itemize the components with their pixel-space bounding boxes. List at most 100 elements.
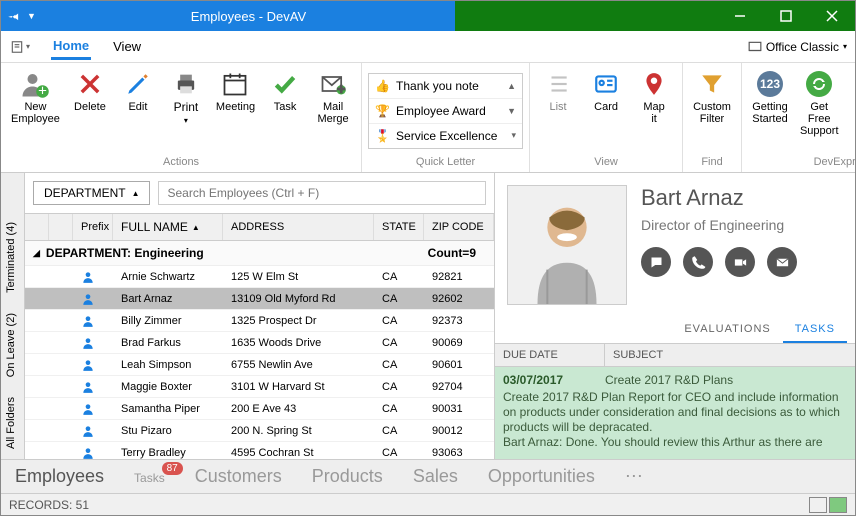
- employee-photo: [507, 185, 627, 305]
- col-address[interactable]: ADDRESS: [223, 214, 374, 240]
- nav-sales[interactable]: Sales: [413, 466, 458, 487]
- cell-zip: 90031: [424, 400, 494, 418]
- task-button[interactable]: Task: [263, 67, 307, 115]
- ql-employee-award[interactable]: 🏆Employee Award▼: [369, 99, 522, 124]
- meeting-button[interactable]: Meeting: [212, 67, 259, 115]
- col-subject[interactable]: SUBJECT: [605, 344, 671, 366]
- nav-products[interactable]: Products: [312, 466, 383, 487]
- side-tab-onleave[interactable]: On Leave (2): [1, 303, 24, 387]
- search-input[interactable]: [158, 181, 486, 205]
- custom-filter-button[interactable]: Custom Filter: [689, 67, 735, 127]
- detail-name: Bart Arnaz: [641, 185, 797, 211]
- close-button[interactable]: [809, 1, 855, 31]
- cell-state: CA: [374, 312, 424, 330]
- thumbs-up-icon: 👍: [375, 79, 390, 93]
- table-row[interactable]: Bart Arnaz13109 Old Myford RdCA92602: [25, 288, 494, 310]
- collapse-icon: ◢: [33, 248, 40, 259]
- side-tab-terminated[interactable]: Terminated (4): [1, 212, 24, 303]
- get-support-button[interactable]: Get Free Support: [796, 67, 843, 139]
- nav-employees[interactable]: Employees: [15, 466, 104, 487]
- ql-thank-you[interactable]: 👍Thank you note▲: [369, 74, 522, 99]
- tab-view[interactable]: View: [111, 35, 143, 58]
- maximize-button[interactable]: [763, 1, 809, 31]
- person-icon: [73, 399, 113, 419]
- group-row-engineering[interactable]: ◢ DEPARTMENT: Engineering Count=9: [25, 241, 494, 266]
- print-button[interactable]: Print▾: [164, 67, 208, 129]
- cell-state: CA: [374, 356, 424, 374]
- call-button[interactable]: [683, 247, 713, 277]
- side-tab-all[interactable]: All Folders: [1, 387, 24, 459]
- getting-started-button[interactable]: 123 Getting Started: [748, 67, 792, 127]
- task-list[interactable]: 03/07/2017 Create 2017 R&D Plans Create …: [495, 367, 855, 459]
- group-find-label: Find: [689, 154, 735, 170]
- edit-button[interactable]: Edit: [116, 67, 160, 115]
- map-pin-icon: [639, 69, 669, 99]
- svg-text:123: 123: [760, 77, 780, 91]
- table-row[interactable]: Billy Zimmer1325 Prospect DrCA92373: [25, 310, 494, 332]
- cell-name: Bart Arnaz: [113, 290, 223, 308]
- card-view-button[interactable]: Card: [584, 67, 628, 115]
- cell-state: CA: [374, 378, 424, 396]
- theme-picker[interactable]: Office Classic ▾: [748, 40, 847, 54]
- cell-zip: 92373: [424, 312, 494, 330]
- nav-opportunities[interactable]: Opportunities: [488, 466, 595, 487]
- col-zip[interactable]: ZIP CODE: [424, 214, 494, 240]
- buy-now-button[interactable]: Buy Now: [847, 67, 856, 127]
- table-row[interactable]: Leah Simpson6755 Newlin AveCA90601: [25, 354, 494, 376]
- table-row[interactable]: Stu Pizaro200 N. Spring StCA90012: [25, 420, 494, 442]
- table-row[interactable]: Terry Bradley4595 Cochran StCA93063: [25, 442, 494, 459]
- minimize-button[interactable]: [717, 1, 763, 31]
- cell-address: 13109 Old Myford Rd: [223, 290, 374, 308]
- cell-address: 200 E Ave 43: [223, 400, 374, 418]
- check-icon: [270, 69, 300, 99]
- ql-service-excellence[interactable]: 🎖️Service Excellence▾: [369, 124, 522, 148]
- mail-merge-button[interactable]: + Mail Merge: [311, 67, 355, 127]
- delete-button[interactable]: Delete: [68, 67, 112, 115]
- new-employee-button[interactable]: + New Employee: [7, 67, 64, 127]
- group-chip-department[interactable]: DEPARTMENT ▲: [33, 181, 150, 205]
- col-icon[interactable]: [49, 214, 73, 240]
- map-it-button[interactable]: Map it: [632, 67, 676, 127]
- record-count: RECORDS: 51: [9, 498, 89, 512]
- nav-tasks[interactable]: Tasks 87: [134, 466, 165, 487]
- table-row[interactable]: Samantha Piper200 E Ave 43CA90031: [25, 398, 494, 420]
- col-fullname[interactable]: FULL NAME ▲: [113, 214, 223, 240]
- video-button[interactable]: [725, 247, 755, 277]
- scroll-up-icon[interactable]: ▲: [507, 81, 516, 91]
- col-state[interactable]: STATE: [374, 214, 424, 240]
- table-row[interactable]: Arnie Schwartz125 W Elm StCA92821: [25, 266, 494, 288]
- col-prefix[interactable]: Prefix: [73, 214, 113, 240]
- list-view-button[interactable]: List: [536, 67, 580, 115]
- tab-tasks[interactable]: TASKS: [783, 317, 847, 343]
- table-row[interactable]: Brad Farkus1635 Woods DriveCA90069: [25, 332, 494, 354]
- task-subject: Create 2017 R&D Plans: [605, 373, 733, 388]
- pencil-icon: [123, 69, 153, 99]
- view-toggle-card[interactable]: [829, 497, 847, 513]
- view-toggle-list[interactable]: [809, 497, 827, 513]
- svg-text:+: +: [39, 82, 48, 99]
- tab-home[interactable]: Home: [51, 34, 91, 60]
- calendar-icon: [220, 69, 250, 99]
- cell-address: 125 W Elm St: [223, 268, 374, 286]
- employee-grid: DEPARTMENT ▲ Prefix FULL NAME ▲ ADDRESS …: [25, 173, 495, 459]
- cell-zip: 90069: [424, 334, 494, 352]
- col-due-date[interactable]: DUE DATE: [495, 344, 605, 366]
- chat-button[interactable]: [641, 247, 671, 277]
- scroll-down-icon[interactable]: ▼: [507, 106, 516, 116]
- nav-more[interactable]: ⋯: [625, 466, 643, 487]
- person-icon: [73, 443, 113, 460]
- app-menu-icon[interactable]: ▾: [9, 40, 31, 54]
- tab-evaluations[interactable]: EVALUATIONS: [672, 317, 782, 343]
- printer-icon: [171, 69, 201, 99]
- group-view-label: View: [536, 154, 676, 170]
- person-icon: [73, 421, 113, 441]
- nav-customers[interactable]: Customers: [195, 466, 282, 487]
- mail-button[interactable]: [767, 247, 797, 277]
- expand-icon[interactable]: ▾: [512, 130, 517, 141]
- cell-state: CA: [374, 334, 424, 352]
- qat-pin-icon[interactable]: [7, 9, 21, 23]
- qat-dropdown-icon[interactable]: ▼: [27, 11, 36, 21]
- col-expand[interactable]: [25, 214, 49, 240]
- funnel-icon: [697, 69, 727, 99]
- table-row[interactable]: Maggie Boxter3101 W Harvard StCA92704: [25, 376, 494, 398]
